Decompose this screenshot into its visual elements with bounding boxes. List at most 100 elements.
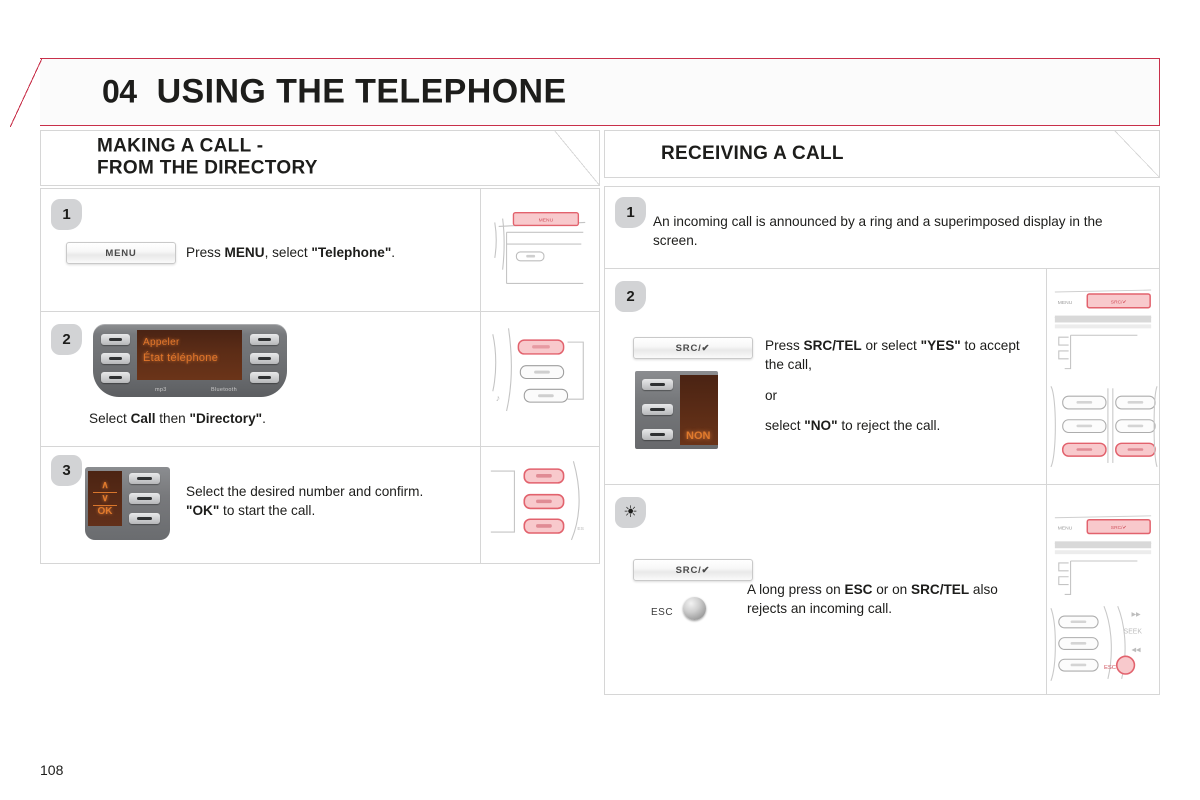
left-step-2-text: Select Call then "Directory".	[89, 410, 459, 429]
chapter-number: 04	[102, 73, 137, 110]
right-step-2-text: Press SRC/TEL or select "YES" to accept …	[765, 337, 1035, 436]
text-fragment: or on	[872, 582, 911, 597]
page-title: USING THE TELEPHONE	[156, 72, 567, 111]
radio-top-button-highlight-illustration: ♪	[492, 328, 584, 412]
right-illustration-3: MENU SRC/✔ ▶▶ SEEK ◀◀ ESC	[1046, 485, 1160, 695]
esc-label: ESC	[651, 607, 674, 618]
arrow-up-icon: ∧	[101, 479, 109, 491]
section-title-right: RECEIVING A CALL	[661, 142, 844, 164]
left-step-3-panel: 3 ∧ ∨ OK Select the desired number and c…	[40, 447, 480, 564]
text-emphasis: ESC	[844, 582, 873, 597]
step-badge: 1	[51, 199, 82, 230]
radio-screen-line-2: État téléphone	[143, 352, 219, 364]
step-badge: 3	[51, 455, 82, 486]
menu-label-illustration: MENU	[1058, 300, 1073, 306]
left-illustration-3: ES	[480, 447, 600, 564]
menu-button-label: MENU	[105, 247, 137, 259]
reject-label: NON	[686, 430, 711, 442]
text-fragment: .	[262, 411, 266, 426]
src-label-illustration: SRC/✔	[1111, 299, 1127, 305]
svg-text:MENU: MENU	[539, 217, 554, 223]
radio-side-key[interactable]	[101, 372, 130, 383]
radio-side-key[interactable]	[101, 334, 130, 345]
text-emphasis: "OK"	[186, 502, 220, 518]
dashboard-menu-highlight-illustration: MENU	[494, 211, 586, 284]
right-step-2-line-b: select "NO" to reject the call.	[765, 417, 1035, 436]
left-step-1-text: Press MENU, select "Telephone".	[186, 244, 471, 263]
step-badge: 1	[615, 197, 646, 228]
left-step-3-line-1: Select the desired number and confirm.	[186, 484, 424, 499]
right-step-3-text: A long press on ESC or on SRC/TEL also r…	[747, 581, 1037, 619]
text-fragment: to reject the call.	[837, 418, 941, 434]
radio-esc-highlight-illustration: MENU SRC/✔ ▶▶ SEEK ◀◀ ESC	[1050, 515, 1152, 682]
section-header-making-a-call: MAKING A CALL - FROM THE DIRECTORY	[40, 130, 600, 186]
manual-page: 04 USING THE TELEPHONE MAKING A CALL - F…	[0, 0, 1200, 800]
reject-screen: NON	[680, 375, 718, 445]
radio-side-key[interactable]	[129, 473, 160, 484]
text-emphasis: Call	[130, 411, 156, 426]
right-step-3-panel: ☀ SRC/✔ ESC A long press on ESC or on SR…	[604, 485, 1046, 695]
radio-side-key[interactable]	[129, 513, 160, 524]
left-step-3-text: Select the desired number and confirm. "…	[186, 483, 471, 521]
text-fragment: Press	[186, 245, 225, 260]
corner-notch-decoration	[1114, 131, 1159, 177]
right-step-2-or: or	[765, 387, 778, 403]
ok-label: OK	[97, 505, 113, 517]
text-emphasis: SRC/TEL	[803, 338, 862, 353]
text-emphasis: "YES"	[920, 338, 961, 353]
radio-side-key[interactable]	[129, 493, 160, 504]
text-fragment: to start the call.	[219, 502, 316, 518]
text-fragment: or select	[861, 338, 921, 353]
menu-hardware-button[interactable]: MENU	[66, 242, 176, 264]
text-emphasis: SRC/TEL	[911, 582, 970, 597]
svg-text:ES: ES	[577, 526, 584, 532]
text-fragment: A long press on	[747, 582, 845, 597]
src-tel-hardware-button[interactable]: SRC/✔	[633, 559, 753, 581]
radio-side-key[interactable]	[642, 379, 673, 390]
src-tel-button-label: SRC/✔	[675, 564, 711, 576]
text-fragment: then	[155, 411, 190, 426]
radio-side-key[interactable]	[101, 353, 130, 364]
src-tel-hardware-button[interactable]: SRC/✔	[633, 337, 753, 359]
src-tel-button-label: SRC/✔	[675, 342, 711, 354]
ok-panel-screen: ∧ ∨ OK	[88, 471, 122, 526]
radio-side-key[interactable]	[250, 353, 279, 364]
seek-label: SEEK	[1124, 629, 1143, 636]
chapter-header: 04 USING THE TELEPHONE	[10, 58, 1160, 127]
right-step-1-panel: 1 An incoming call is announced by a rin…	[604, 186, 1160, 269]
esc-label-illustration: ESC	[1104, 665, 1117, 671]
text-fragment: .	[391, 245, 396, 260]
text-fragment: Press	[765, 338, 804, 353]
radio-side-key[interactable]	[642, 429, 673, 440]
car-radio-face: Appeler État téléphone mp3 Bluetooth	[93, 324, 287, 397]
bluetooth-logo: Bluetooth	[211, 387, 237, 393]
text-emphasis: "Directory"	[189, 411, 263, 426]
src-label-illustration: SRC/✔	[1111, 525, 1127, 531]
menu-label-illustration: MENU	[1058, 526, 1073, 532]
text-fragment: , select	[264, 245, 312, 260]
radio-side-key[interactable]	[250, 334, 279, 345]
radio-screen-line-1: Appeler	[143, 337, 180, 348]
section-header-receiving-a-call: RECEIVING A CALL	[604, 130, 1160, 178]
text-emphasis: "NO"	[804, 418, 838, 434]
text-emphasis: "Telephone"	[311, 245, 392, 260]
chapter-header-inner: 04 USING THE TELEPHONE	[102, 73, 567, 112]
text-emphasis: MENU	[224, 245, 265, 260]
text-fragment: select	[765, 418, 805, 434]
esc-knob-button[interactable]	[683, 597, 706, 620]
left-step-3-line-2: "OK" to start the call.	[186, 502, 471, 521]
right-illustration-2: MENU SRC/✔	[1046, 269, 1160, 485]
step-badge: 2	[615, 281, 646, 312]
text-fragment: Select	[89, 411, 131, 426]
step-badge: 2	[51, 324, 82, 355]
radio-src-tel-highlight-illustration: MENU SRC/✔	[1050, 289, 1158, 468]
left-illustration-2: ♪	[480, 312, 600, 447]
left-step-1-panel: 1 MENU Press MENU, select "Telephone".	[40, 188, 480, 312]
radio-side-key[interactable]	[250, 372, 279, 383]
radio-reject-panel: NON	[635, 371, 718, 449]
rewind-label: ◀◀	[1131, 647, 1141, 653]
left-step-2-panel: 2 Appeler État téléphone mp3 Bluetooth S…	[40, 312, 480, 447]
right-step-2-panel: 2 SRC/✔ NON Press SRC/TEL or select "YES…	[604, 269, 1046, 485]
fast-forward-label: ▶▶	[1131, 612, 1141, 618]
radio-side-key[interactable]	[642, 404, 673, 415]
